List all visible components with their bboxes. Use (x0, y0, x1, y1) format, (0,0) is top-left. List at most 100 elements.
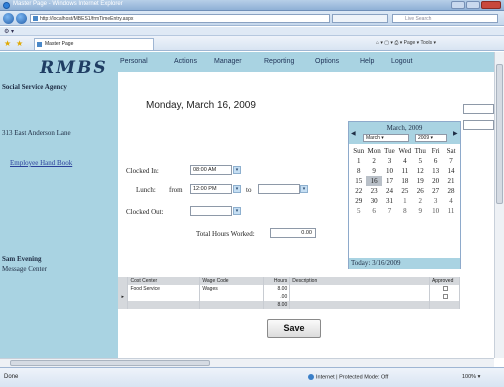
calendar-day[interactable]: 12 (413, 166, 428, 176)
nav-actions[interactable]: Actions (174, 58, 197, 65)
right-input-1[interactable] (463, 104, 494, 114)
calendar-day-other-month[interactable]: 8 (397, 206, 412, 216)
command-bar[interactable]: ⌂ ▾ ▢ ▾ ⎙ ▾ Page ▾ Tools ▾ (376, 40, 436, 46)
calendar-day[interactable]: 5 (413, 156, 428, 166)
save-button[interactable]: Save (267, 319, 321, 338)
cell-description[interactable] (289, 285, 430, 293)
calendar-day[interactable]: 11 (397, 166, 412, 176)
calendar-day[interactable]: 2 (366, 156, 381, 166)
nav-manager[interactable]: Manager (214, 58, 242, 65)
address-bar[interactable]: http://localhost/MBES1/frmTimeEntry.aspx (30, 14, 330, 23)
links-gadget-icon[interactable]: ⚙ ▾ (4, 28, 14, 35)
clocked-out-dropdown-icon[interactable]: ▾ (233, 207, 241, 215)
search-input[interactable]: Live Search (392, 14, 498, 23)
calendar-day[interactable]: 25 (397, 186, 412, 196)
row-selector[interactable] (118, 285, 129, 293)
calendar-year-select[interactable]: 2009 ▾ (415, 134, 447, 142)
calendar-day[interactable]: 4 (397, 156, 412, 166)
table-row[interactable]: Food Service Wages 8.00 (118, 285, 461, 293)
nav-reporting[interactable]: Reporting (264, 58, 294, 65)
calendar-day[interactable]: 9 (366, 166, 381, 176)
clocked-in-dropdown-icon[interactable]: ▾ (233, 166, 241, 174)
lunch-to-select[interactable] (258, 184, 300, 194)
col-header-cost-center: Cost Center (127, 277, 201, 285)
minimize-button[interactable] (451, 1, 465, 9)
forward-button[interactable] (16, 13, 27, 24)
browser-tab[interactable]: Master Page (34, 38, 154, 50)
nav-personal[interactable]: Personal (120, 58, 148, 65)
calendar-day-other-month[interactable]: 1 (397, 196, 412, 206)
nav-options[interactable]: Options (315, 58, 339, 65)
cell-hours[interactable]: .00 (263, 293, 291, 301)
calendar-day[interactable]: 30 (366, 196, 381, 206)
calendar-day[interactable]: 3 (382, 156, 397, 166)
row-selector-new[interactable]: ▸ (118, 293, 129, 301)
calendar-day-other-month[interactable]: 11 (443, 206, 458, 216)
employee-handbook-link[interactable]: Employee Hand Book (10, 159, 72, 167)
approved-checkbox[interactable] (442, 294, 448, 300)
close-button[interactable] (481, 1, 501, 9)
calendar-day[interactable]: 26 (413, 186, 428, 196)
lunch-from-select[interactable]: 12:00 PM (190, 184, 232, 194)
clocked-in-select[interactable]: 08:00 AM (190, 165, 232, 175)
nav-help[interactable]: Help (360, 58, 374, 65)
maximize-button[interactable] (466, 1, 480, 9)
next-month-icon[interactable]: ▶ (453, 130, 458, 137)
right-input-2[interactable] (463, 120, 494, 130)
calendar-day-other-month[interactable]: 10 (428, 206, 443, 216)
cell-wage-code[interactable] (199, 293, 265, 301)
back-button[interactable] (3, 13, 14, 24)
horizontal-scrollbar[interactable] (0, 358, 494, 367)
calendar-day[interactable]: 17 (382, 176, 397, 186)
refresh-stop-buttons[interactable] (332, 14, 388, 23)
cell-hours[interactable]: 8.00 (263, 285, 291, 293)
calendar-day[interactable]: 27 (428, 186, 443, 196)
vertical-scrollbar[interactable] (494, 52, 504, 358)
calendar-day[interactable]: 8 (351, 166, 366, 176)
approved-checkbox[interactable] (442, 286, 448, 292)
calendar-day[interactable]: 20 (428, 176, 443, 186)
calendar-day-other-month[interactable]: 9 (413, 206, 428, 216)
calendar-day-selected[interactable]: 16 (366, 176, 382, 186)
favorites-star-icon[interactable]: ★ (4, 39, 11, 48)
clocked-out-select[interactable] (190, 206, 232, 216)
calendar-day-other-month[interactable]: 3 (428, 196, 443, 206)
calendar-day[interactable]: 1 (351, 156, 366, 166)
cell-description[interactable] (289, 293, 430, 301)
zoom-level[interactable]: 100% ▾ (462, 374, 480, 380)
calendar-day[interactable]: 21 (443, 176, 458, 186)
horizontal-scroll-thumb[interactable] (10, 360, 210, 366)
calendar-day-other-month[interactable]: 5 (351, 206, 366, 216)
calendar-day[interactable]: 31 (382, 196, 397, 206)
cell-cost-center[interactable]: Food Service (127, 285, 201, 293)
nav-logout[interactable]: Logout (391, 58, 412, 65)
calendar-day[interactable]: 14 (443, 166, 458, 176)
prev-month-icon[interactable]: ◀ (351, 130, 356, 137)
cell-wage-code[interactable]: Wages (199, 285, 265, 293)
table-row[interactable]: ▸ .00 (118, 293, 461, 301)
cell-cost-center[interactable] (127, 293, 201, 301)
calendar-day-other-month[interactable]: 4 (443, 196, 458, 206)
calendar-day[interactable]: 6 (428, 156, 443, 166)
calendar-day-other-month[interactable]: 2 (413, 196, 428, 206)
calendar-day[interactable]: 7 (443, 156, 458, 166)
lunch-to-dropdown-icon[interactable]: ▾ (300, 185, 308, 193)
lunch-from-dropdown-icon[interactable]: ▾ (233, 185, 241, 193)
calendar-day[interactable]: 19 (413, 176, 428, 186)
calendar-day[interactable]: 18 (397, 176, 412, 186)
calendar-day[interactable]: 24 (382, 186, 397, 196)
calendar-day-other-month[interactable]: 6 (366, 206, 381, 216)
add-favorites-icon[interactable]: ★ (16, 39, 23, 48)
calendar-day[interactable]: 29 (351, 196, 366, 206)
calendar-day[interactable]: 10 (382, 166, 397, 176)
calendar-day[interactable]: 28 (443, 186, 458, 196)
calendar-day[interactable]: 23 (366, 186, 381, 196)
vertical-scroll-thumb[interactable] (496, 64, 503, 204)
calendar-day[interactable]: 13 (428, 166, 443, 176)
message-center-link[interactable]: Message Center (2, 265, 47, 273)
calendar-month-select[interactable]: March ▾ (363, 134, 409, 142)
calendar-today-link[interactable]: Today: 3/16/2009 (349, 258, 460, 269)
calendar-day-other-month[interactable]: 7 (382, 206, 397, 216)
calendar-day[interactable]: 22 (351, 186, 366, 196)
calendar-day[interactable]: 15 (351, 176, 366, 186)
